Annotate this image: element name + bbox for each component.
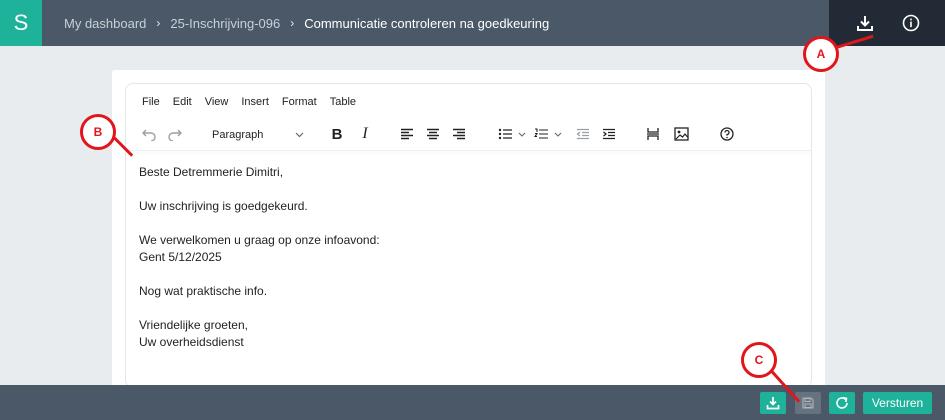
align-right-icon bbox=[453, 128, 465, 140]
rich-text-editor: File Edit View Insert Format Table Parag… bbox=[125, 83, 812, 388]
bullet-list-button[interactable] bbox=[496, 120, 514, 148]
align-center-button[interactable] bbox=[424, 120, 442, 148]
annotation-label: C bbox=[754, 353, 764, 367]
info-button[interactable] bbox=[895, 8, 927, 38]
bold-button[interactable]: B bbox=[328, 120, 346, 148]
toolbar-divider bbox=[126, 150, 811, 151]
chevron-down-icon bbox=[554, 132, 562, 137]
content-line-2b: Gent 5/12/2025 bbox=[139, 250, 222, 264]
logo-letter: S bbox=[13, 10, 29, 35]
menu-view[interactable]: View bbox=[205, 96, 229, 108]
breadcrumb-separator: › bbox=[156, 16, 161, 30]
download-icon bbox=[766, 397, 780, 410]
menu-format[interactable]: Format bbox=[282, 96, 317, 108]
content-line-1: Uw inschrijving is goedgekeurd. bbox=[139, 199, 308, 213]
align-right-button[interactable] bbox=[450, 120, 468, 148]
redo-icon bbox=[168, 129, 182, 141]
chevron-down-icon bbox=[518, 132, 526, 137]
help-button[interactable] bbox=[718, 120, 736, 148]
page-break-icon bbox=[647, 128, 659, 140]
bottom-action-bar: Versturen bbox=[0, 385, 945, 420]
italic-button[interactable]: I bbox=[356, 120, 374, 148]
insert-image-button[interactable] bbox=[672, 120, 690, 148]
image-icon bbox=[673, 127, 689, 141]
menu-edit[interactable]: Edit bbox=[173, 96, 192, 108]
annotation-marker-b: B bbox=[80, 114, 116, 150]
download-button[interactable] bbox=[760, 392, 786, 414]
redo-button[interactable] bbox=[164, 120, 186, 148]
content-closing-2: Uw overheidsdienst bbox=[139, 335, 244, 349]
editor-toolbar: Paragraph B I bbox=[126, 120, 811, 150]
editor-content[interactable]: Beste Detremmerie Dimitri, Uw inschrijvi… bbox=[139, 164, 380, 351]
undo-button[interactable] bbox=[138, 120, 160, 148]
menu-insert[interactable]: Insert bbox=[241, 96, 269, 108]
help-icon bbox=[720, 127, 734, 141]
content-closing-1: Vriendelijke groeten, bbox=[139, 318, 248, 332]
annotation-label: B bbox=[93, 125, 103, 139]
numbered-list-button[interactable] bbox=[532, 120, 550, 148]
info-icon bbox=[902, 14, 920, 32]
page-break-button[interactable] bbox=[644, 120, 662, 148]
content-line-3: Nog wat praktische info. bbox=[139, 284, 268, 298]
send-button[interactable]: Versturen bbox=[863, 392, 932, 414]
download-icon bbox=[857, 16, 873, 31]
annotation-marker-a: A bbox=[803, 36, 839, 72]
app-logo[interactable]: S bbox=[0, 0, 42, 46]
bullet-list-dropdown[interactable] bbox=[516, 120, 528, 148]
align-left-button[interactable] bbox=[398, 120, 416, 148]
save-icon bbox=[802, 397, 814, 409]
content-greeting: Beste Detremmerie Dimitri, bbox=[139, 165, 284, 179]
refresh-icon bbox=[836, 396, 848, 409]
refresh-button[interactable] bbox=[829, 392, 855, 414]
paragraph-format-select[interactable]: Paragraph bbox=[206, 124, 308, 146]
bullet-list-icon bbox=[498, 128, 512, 140]
indent-button[interactable] bbox=[600, 120, 618, 148]
annotation-label: A bbox=[816, 47, 826, 61]
top-bar: S My dashboard › 25-Inschrijving-096 › C… bbox=[0, 0, 945, 46]
numbered-list-dropdown[interactable] bbox=[552, 120, 564, 148]
breadcrumb: My dashboard › 25-Inschrijving-096 › Com… bbox=[64, 0, 549, 46]
breadcrumb-item-registration[interactable]: 25-Inschrijving-096 bbox=[170, 16, 280, 31]
header-actions bbox=[829, 0, 945, 46]
align-left-icon bbox=[401, 128, 413, 140]
content-line-2a: We verwelkomen u graag op onze infoavond… bbox=[139, 233, 380, 247]
breadcrumb-item-dashboard[interactable]: My dashboard bbox=[64, 16, 146, 31]
menu-file[interactable]: File bbox=[142, 96, 160, 108]
numbered-list-icon bbox=[533, 128, 548, 139]
breadcrumb-separator: › bbox=[290, 16, 295, 30]
breadcrumb-item-current: Communicatie controleren na goedkeuring bbox=[304, 15, 550, 31]
download-button[interactable] bbox=[849, 8, 881, 38]
outdent-button[interactable] bbox=[574, 120, 592, 148]
align-center-icon bbox=[427, 128, 439, 140]
save-button[interactable] bbox=[795, 392, 821, 414]
undo-icon bbox=[142, 129, 156, 141]
format-select-value: Paragraph bbox=[212, 129, 264, 141]
annotation-marker-c: C bbox=[741, 342, 777, 378]
editor-menubar: File Edit View Insert Format Table bbox=[142, 96, 356, 108]
indent-icon bbox=[603, 128, 615, 140]
chevron-down-icon bbox=[295, 132, 304, 138]
outdent-icon bbox=[576, 128, 589, 140]
menu-table[interactable]: Table bbox=[330, 96, 356, 108]
